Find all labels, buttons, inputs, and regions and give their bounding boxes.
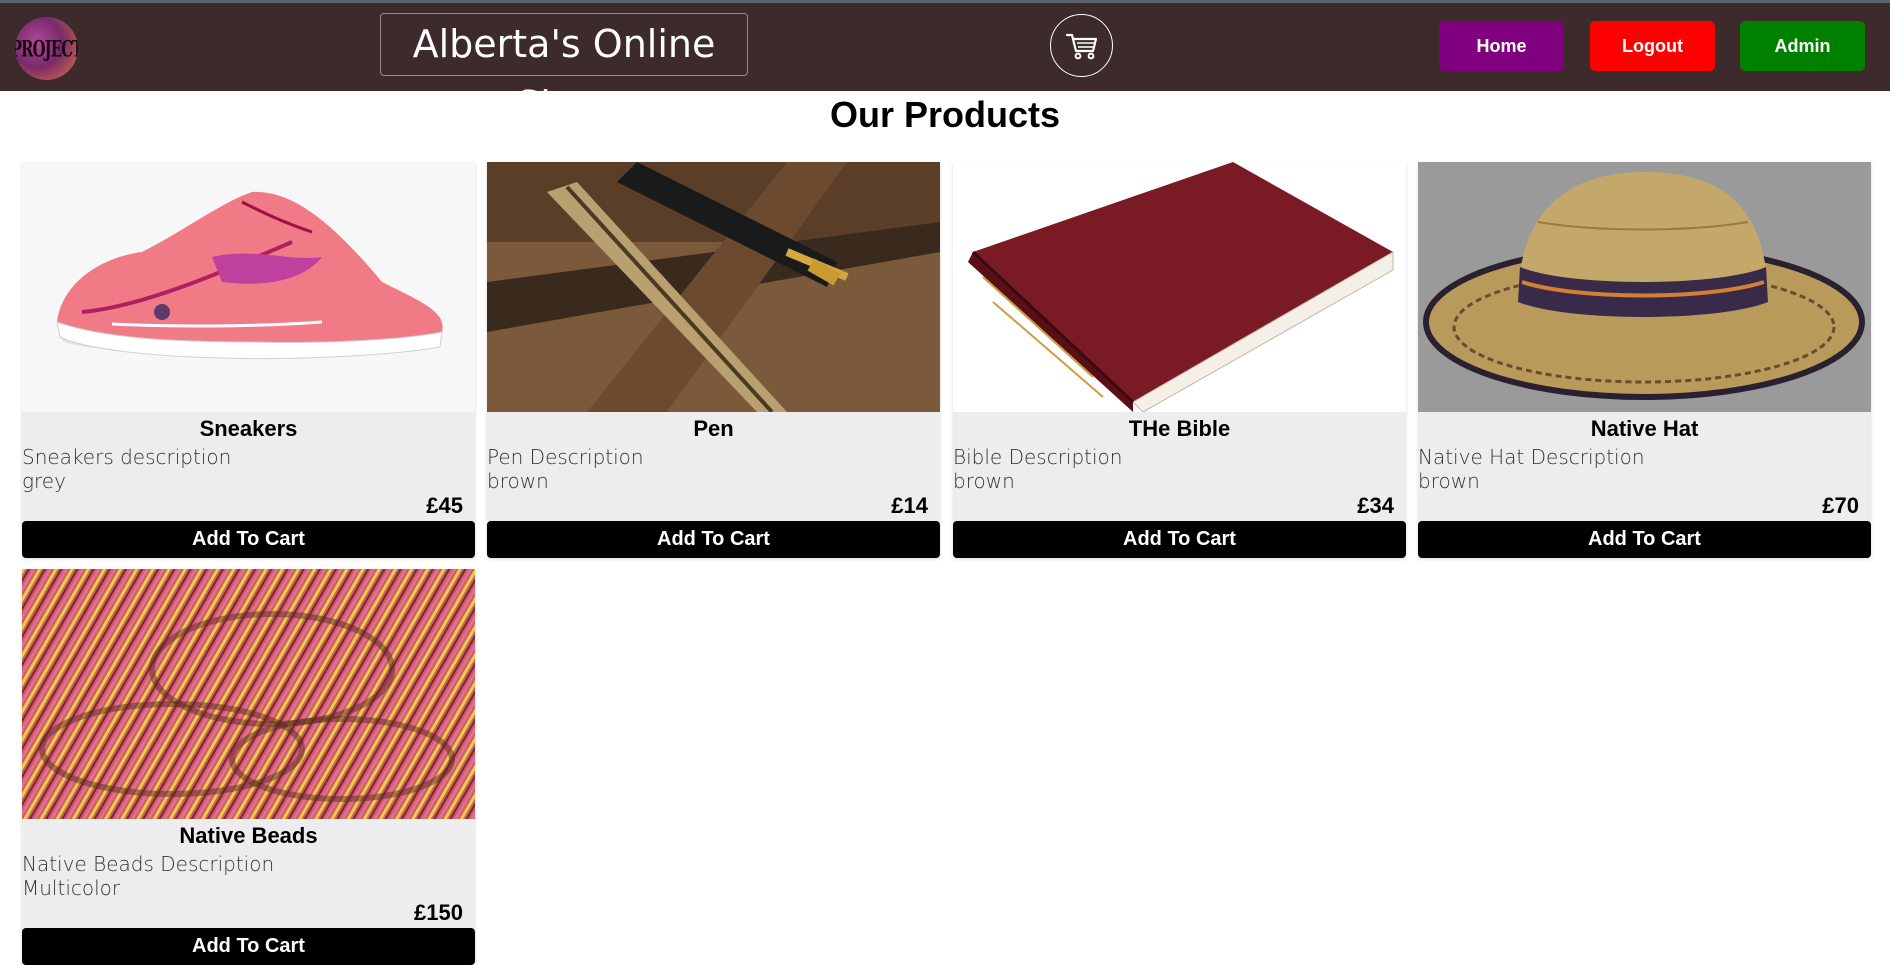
top-navbar: PROJECT Alberta's Online Shop Home Logou… (0, 3, 1890, 127)
product-price: £34 (1357, 493, 1394, 518)
product-card-pen: Pen Pen Description brown £14 Add To Car… (487, 162, 940, 558)
admin-button[interactable]: Admin (1740, 21, 1865, 71)
product-color: Multicolor (22, 876, 121, 900)
product-name: Pen (693, 416, 734, 441)
shop-title: Alberta's Online Shop (380, 13, 748, 127)
home-button[interactable]: Home (1439, 21, 1564, 71)
add-to-cart-button[interactable]: Add To Cart (1418, 521, 1871, 558)
logo-text: PROJECT (15, 35, 78, 62)
product-description: Sneakers description (22, 445, 232, 469)
product-card-sneakers: Sneakers Sneakers description grey £45 A… (22, 162, 475, 558)
product-color: grey (22, 469, 66, 493)
product-price: £70 (1822, 493, 1859, 518)
product-card-bible: THe Bible Bible Description brown £34 Ad… (953, 162, 1406, 558)
product-card-native-beads: Native Beads Native Beads Description Mu… (22, 569, 475, 965)
add-to-cart-button[interactable]: Add To Cart (487, 521, 940, 558)
logout-button[interactable]: Logout (1590, 21, 1715, 71)
product-price: £150 (414, 900, 463, 925)
product-image-native-hat[interactable] (1418, 162, 1871, 412)
product-image-native-beads[interactable] (22, 569, 475, 819)
product-color: brown (1418, 469, 1480, 493)
product-price: £45 (426, 493, 463, 518)
product-image-bible[interactable] (953, 162, 1406, 412)
product-color: brown (953, 469, 1015, 493)
product-description: Pen Description (487, 445, 644, 469)
cart-icon (1065, 33, 1097, 59)
product-image-pen[interactable] (487, 162, 940, 412)
add-to-cart-button[interactable]: Add To Cart (22, 521, 475, 558)
product-description: Native Hat Description (1418, 445, 1645, 469)
product-name: THe Bible (1128, 416, 1231, 441)
product-card-native-hat: Native Hat Native Hat Description brown … (1418, 162, 1871, 558)
product-name: Native Hat (1590, 416, 1699, 441)
shop-logo[interactable]: PROJECT (15, 17, 78, 80)
product-name: Native Beads (179, 823, 318, 848)
product-price: £14 (891, 493, 928, 518)
product-description: Bible Description (953, 445, 1123, 469)
product-image-sneakers[interactable] (22, 162, 475, 412)
add-to-cart-button[interactable]: Add To Cart (22, 928, 475, 965)
cart-button[interactable] (1050, 14, 1113, 77)
add-to-cart-button[interactable]: Add To Cart (953, 521, 1406, 558)
page-title: Our Products (829, 94, 1061, 135)
product-color: brown (487, 469, 549, 493)
product-name: Sneakers (199, 416, 298, 441)
product-description: Native Beads Description (22, 852, 275, 876)
